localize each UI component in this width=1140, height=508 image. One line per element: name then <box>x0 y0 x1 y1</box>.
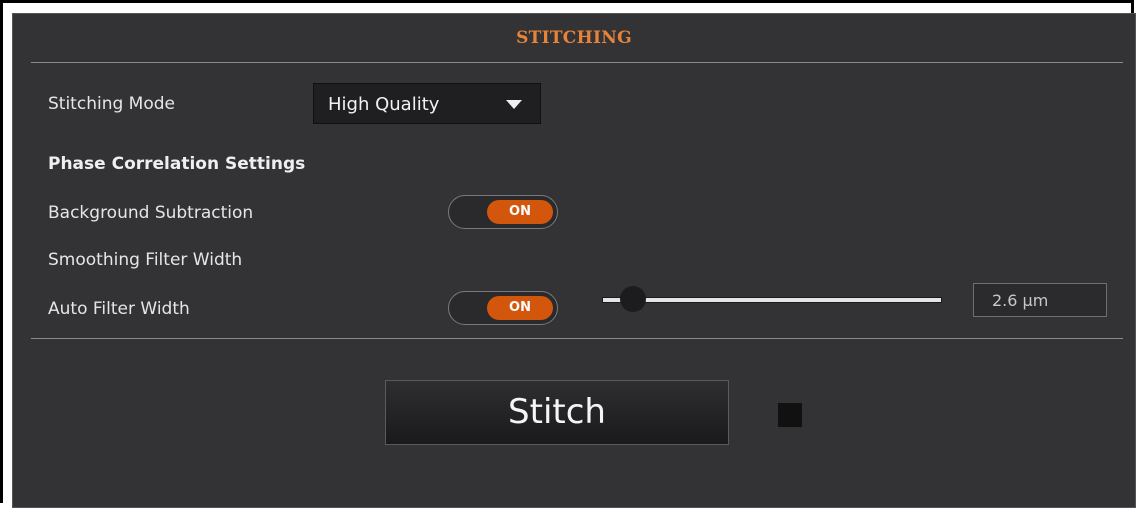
title-divider <box>31 62 1123 63</box>
filter-width-slider-handle[interactable] <box>620 286 646 312</box>
toggle-on-indicator: ON <box>487 296 553 320</box>
auto-filter-width-toggle[interactable]: ON <box>448 291 558 325</box>
filter-width-value-field[interactable]: 2.6 µm <box>973 283 1107 317</box>
toggle-on-indicator: ON <box>487 200 553 224</box>
window-frame: STITCHING Stitching Mode High Quality Ph… <box>0 0 1136 508</box>
stitching-panel: STITCHING Stitching Mode High Quality Ph… <box>12 13 1136 508</box>
chevron-down-icon <box>506 100 522 109</box>
filter-width-value: 2.6 µm <box>992 291 1049 310</box>
stop-icon[interactable] <box>778 403 802 427</box>
section-divider <box>31 338 1123 339</box>
panel-title: STITCHING <box>516 28 632 48</box>
stitching-mode-value: High Quality <box>328 94 440 115</box>
auto-filter-width-label: Auto Filter Width <box>48 299 190 319</box>
stitch-button[interactable]: Stitch <box>385 380 729 445</box>
background-subtraction-toggle[interactable]: ON <box>448 195 558 229</box>
stitching-mode-label: Stitching Mode <box>48 94 175 114</box>
phase-correlation-heading: Phase Correlation Settings <box>48 154 306 174</box>
smoothing-filter-width-label: Smoothing Filter Width <box>48 250 243 270</box>
filter-width-slider-track[interactable] <box>602 297 942 303</box>
background-subtraction-label: Background Subtraction <box>48 203 254 223</box>
stitching-mode-dropdown[interactable]: High Quality <box>313 83 541 124</box>
